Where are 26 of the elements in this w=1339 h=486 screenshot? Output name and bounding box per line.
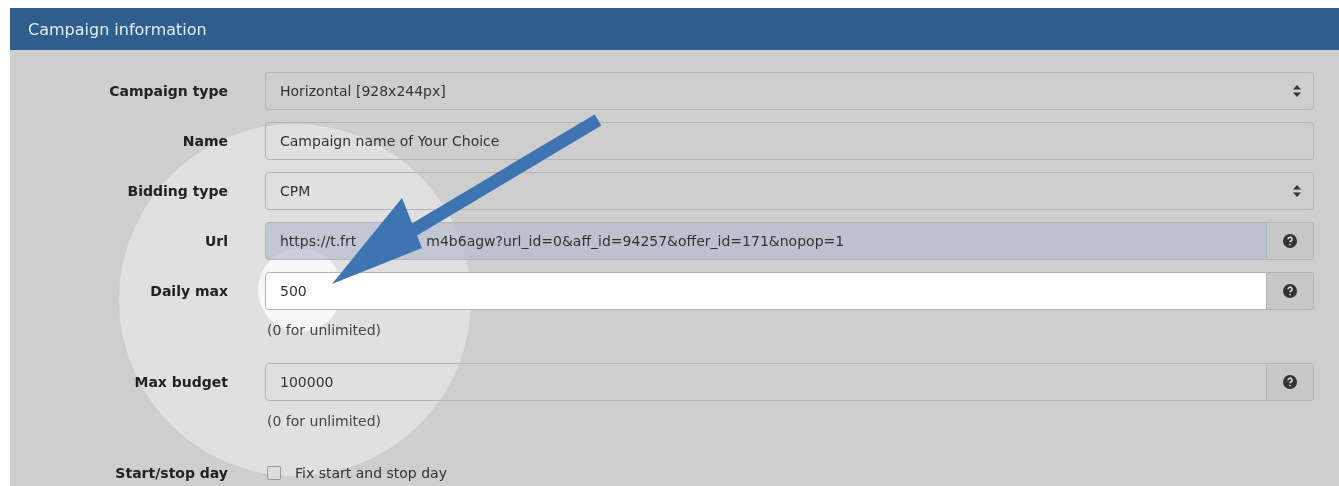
- input-field[interactable]: https://t.frt m4b6agw?url_id=0&aff_id=94257&offer_id=171&nopop=1: [265, 222, 1267, 260]
- help-icon: [1283, 234, 1297, 248]
- select-field[interactable]: CPM: [265, 172, 1314, 210]
- field-label: Name: [181, 132, 228, 151]
- panel-title: Campaign information: [10, 8, 1339, 50]
- help-button[interactable]: [1267, 272, 1314, 310]
- help-icon: [1283, 375, 1297, 389]
- select-caret-icon: [1293, 85, 1301, 97]
- field-hint: (0 for unlimited): [266, 412, 383, 431]
- field-label: Max budget: [133, 373, 228, 392]
- field-label: Url: [203, 232, 228, 251]
- field-label: Bidding type: [126, 182, 228, 201]
- field-hint: (0 for unlimited): [266, 321, 383, 340]
- field-label: Campaign type: [108, 82, 228, 101]
- select-field[interactable]: Horizontal [928x244px]: [265, 72, 1314, 110]
- help-icon: [1283, 284, 1297, 298]
- checkbox[interactable]: [267, 466, 281, 480]
- select-caret-icon: [1293, 185, 1301, 197]
- field-label: Daily max: [149, 282, 228, 301]
- help-button[interactable]: [1267, 222, 1314, 260]
- input-field[interactable]: 500: [265, 272, 1267, 310]
- input-field[interactable]: 100000: [265, 363, 1267, 401]
- checkbox-label: Fix start and stop day: [295, 465, 447, 481]
- help-button[interactable]: [1267, 363, 1314, 401]
- input-field[interactable]: Campaign name of Your Choice: [265, 122, 1314, 160]
- field-label: Start/stop day: [114, 464, 228, 483]
